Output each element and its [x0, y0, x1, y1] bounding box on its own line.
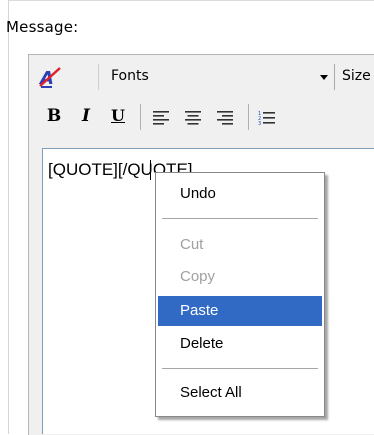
remove-format-icon[interactable]: A — [38, 66, 62, 90]
font-family-value: Fonts — [111, 68, 149, 84]
align-center-icon[interactable] — [184, 110, 202, 126]
chevron-down-icon[interactable] — [320, 75, 328, 80]
underline-button[interactable]: U — [106, 106, 130, 130]
menu-item-select-all[interactable]: Select All — [158, 378, 322, 408]
message-label: Message: — [6, 18, 79, 36]
menu-item-undo[interactable]: Undo — [158, 179, 322, 209]
context-menu: Undo Cut Copy Paste Delete Select All — [155, 172, 325, 417]
menu-separator — [162, 218, 318, 219]
menu-item-paste[interactable]: Paste — [158, 296, 322, 326]
numbered-list-icon[interactable]: 1 2 3 — [258, 110, 276, 127]
menu-item-copy[interactable]: Copy — [158, 262, 322, 292]
top-divider — [8, 0, 374, 1]
font-size-value: Size — [342, 68, 371, 84]
font-size-select[interactable]: Size — [334, 64, 374, 90]
align-right-icon[interactable] — [216, 110, 234, 126]
menu-item-delete[interactable]: Delete — [158, 329, 322, 359]
svg-text:3: 3 — [258, 121, 261, 126]
menu-separator — [162, 368, 318, 369]
italic-button[interactable]: I — [74, 106, 98, 130]
font-family-select[interactable]: Fonts — [98, 64, 334, 90]
align-left-icon[interactable] — [152, 110, 170, 126]
menu-item-cut[interactable]: Cut — [158, 230, 322, 260]
text-caret — [150, 160, 151, 180]
bold-button[interactable]: B — [42, 106, 66, 130]
toolbar-separator — [248, 104, 249, 130]
toolbar-separator — [140, 104, 141, 130]
left-divider — [8, 0, 9, 434]
